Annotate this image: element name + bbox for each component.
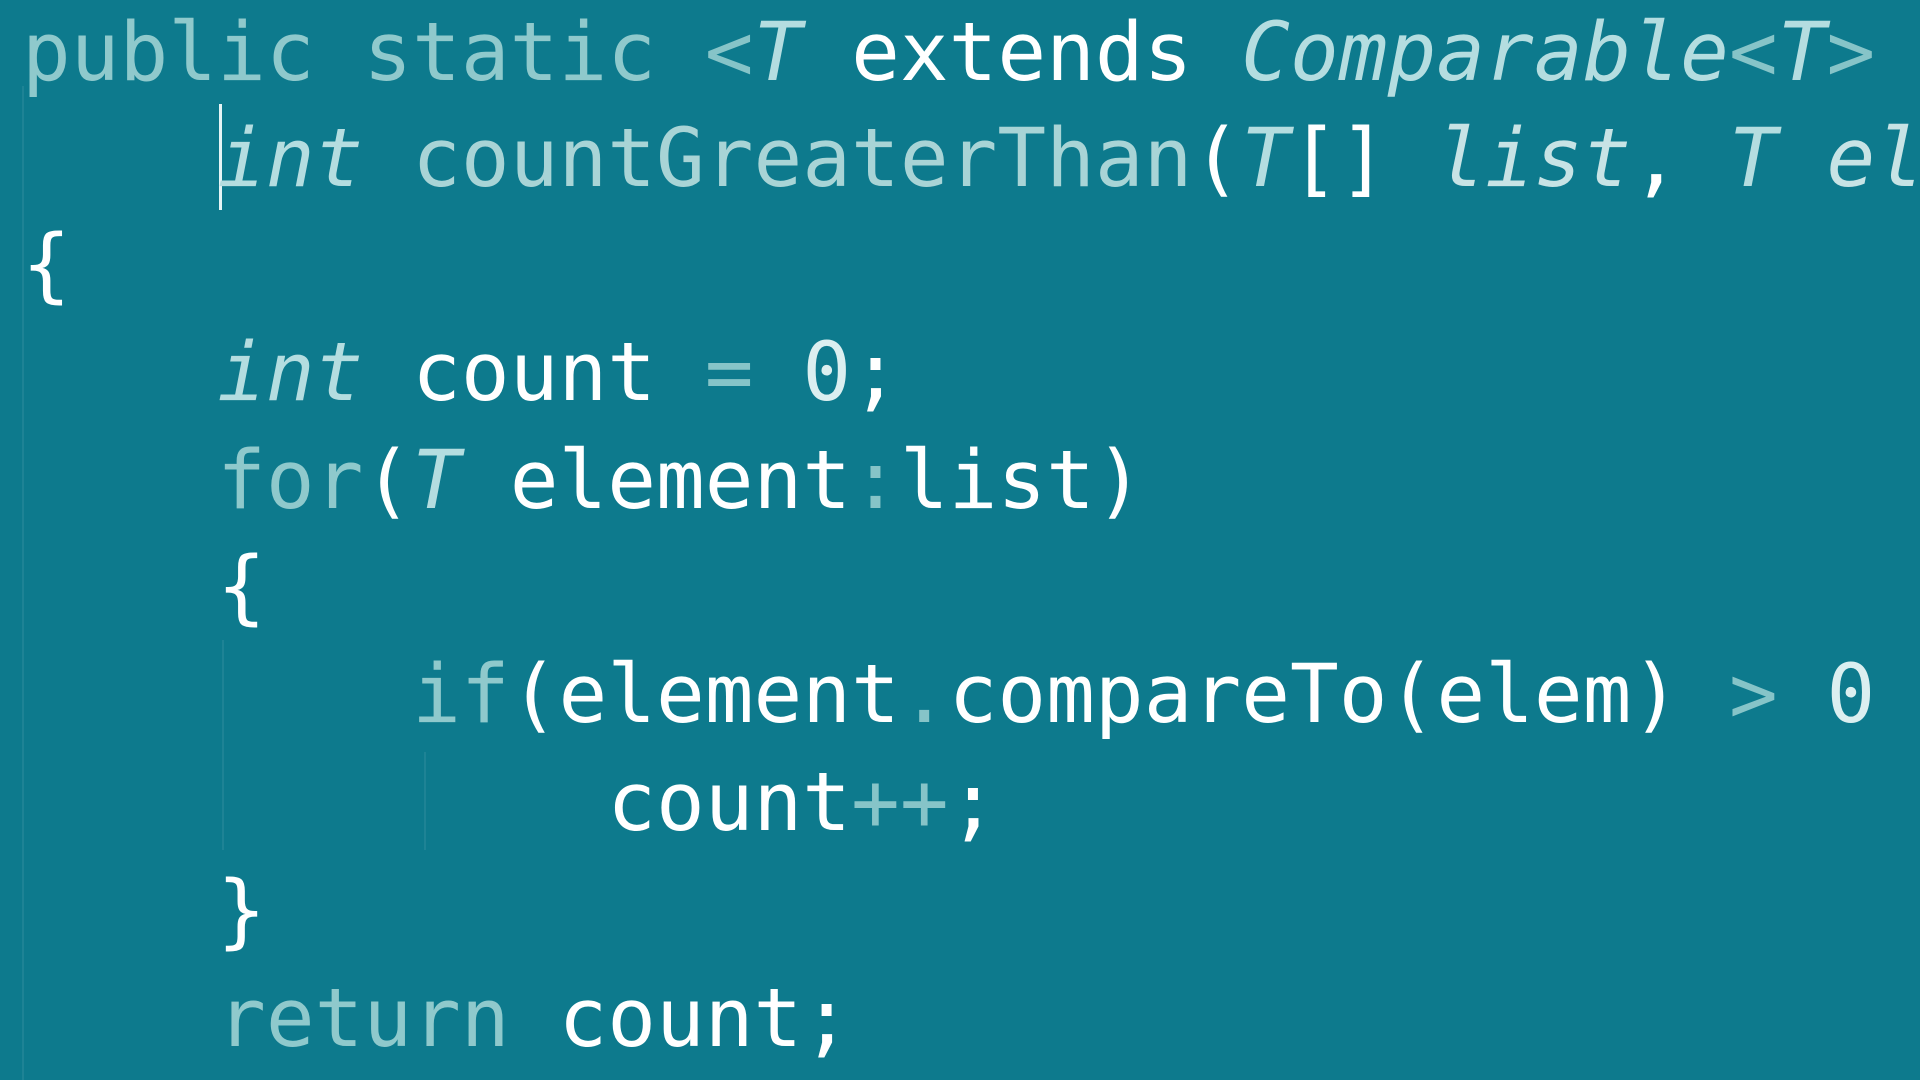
code-token: for bbox=[217, 434, 364, 528]
code-token: { bbox=[217, 540, 266, 634]
code-token: count bbox=[412, 326, 705, 420]
code-token: < bbox=[1728, 6, 1778, 100]
code-token: = bbox=[704, 326, 803, 420]
code-token: extends bbox=[851, 6, 1242, 100]
code-token: > bbox=[1826, 6, 1876, 100]
code-line[interactable]: public static <T extends Comparable<T> bbox=[22, 0, 1875, 106]
code-editor[interactable]: public static <T extends Comparable<T> i… bbox=[0, 0, 1920, 1080]
code-token: ; bbox=[948, 756, 998, 850]
code-token: element bbox=[558, 648, 900, 742]
code-token: } bbox=[217, 864, 266, 958]
code-line[interactable]: { bbox=[22, 534, 266, 640]
code-token: if bbox=[412, 648, 510, 742]
code-token: ( bbox=[363, 434, 413, 528]
code-token: ( bbox=[1192, 112, 1242, 206]
code-token: ; bbox=[802, 972, 852, 1066]
code-token: ) bbox=[1631, 648, 1729, 742]
code-token: countGreaterThan bbox=[412, 112, 1193, 206]
code-token: { bbox=[22, 218, 71, 312]
code-token: 0 bbox=[1826, 648, 1876, 742]
code-token: list bbox=[1436, 112, 1632, 206]
code-token: < bbox=[704, 6, 754, 100]
code-line[interactable]: count++; bbox=[22, 750, 997, 856]
code-token: count bbox=[607, 756, 852, 850]
code-token: ++ bbox=[851, 756, 949, 850]
code-line[interactable]: } bbox=[22, 858, 266, 964]
code-token: int bbox=[217, 326, 413, 420]
code-token: return bbox=[217, 972, 559, 1066]
code-token: > bbox=[1728, 648, 1827, 742]
code-token: T bbox=[753, 6, 852, 100]
code-token: ) bbox=[1094, 434, 1144, 528]
code-token: T bbox=[1728, 112, 1827, 206]
code-token: count bbox=[558, 972, 803, 1066]
code-token: list bbox=[899, 434, 1095, 528]
code-token: T bbox=[1777, 6, 1827, 100]
code-token: [] bbox=[1289, 112, 1437, 206]
code-token: Comparable bbox=[1241, 6, 1729, 100]
code-token: elem bbox=[1826, 112, 1920, 206]
code-line[interactable]: return count; bbox=[22, 966, 851, 1072]
code-line[interactable]: { bbox=[22, 212, 71, 318]
code-token: element bbox=[509, 434, 852, 528]
code-token: T bbox=[1241, 112, 1290, 206]
code-token: 0 bbox=[802, 326, 852, 420]
code-token: elem bbox=[1436, 648, 1632, 742]
code-token: ( bbox=[509, 648, 559, 742]
code-line[interactable]: int countGreaterThan(T[] list, T elem bbox=[22, 106, 1920, 212]
code-token: public bbox=[22, 6, 364, 100]
code-token: ; bbox=[851, 326, 900, 420]
code-token: , bbox=[1631, 112, 1729, 206]
code-token: static bbox=[363, 6, 705, 100]
code-token: ( bbox=[1387, 648, 1437, 742]
code-token: T bbox=[412, 434, 510, 528]
code-token: . bbox=[899, 648, 949, 742]
code-token: compareTo bbox=[948, 648, 1388, 742]
code-line[interactable]: int count = 0; bbox=[22, 320, 900, 426]
code-token: int bbox=[217, 112, 413, 206]
code-line[interactable]: for(T element:list) bbox=[22, 428, 1144, 534]
code-line[interactable]: if(element.compareTo(elem) > 0 bbox=[22, 642, 1875, 748]
code-token: : bbox=[851, 434, 900, 528]
